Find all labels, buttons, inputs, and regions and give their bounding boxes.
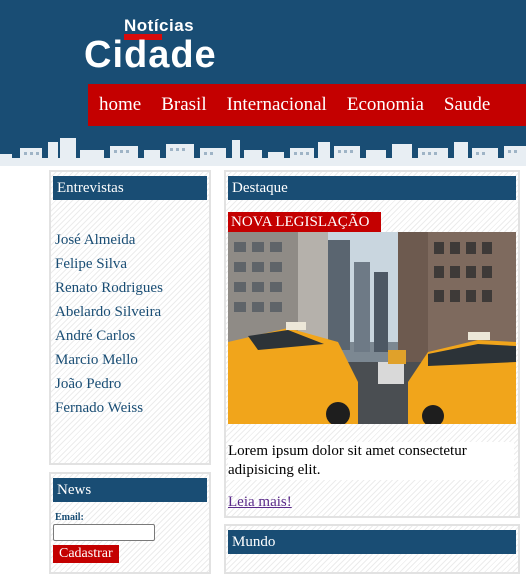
interview-item[interactable]: João Pedro	[55, 372, 209, 396]
interviews-box: Entrevistas José Almeida Felipe Silva Re…	[49, 170, 211, 465]
read-more-link[interactable]: Leia mais!	[228, 494, 292, 511]
newsletter-heading: News	[53, 478, 207, 502]
left-sidebar: Entrevistas José Almeida Felipe Silva Re…	[49, 170, 211, 574]
nav-item-home[interactable]: home	[88, 94, 151, 116]
email-field[interactable]	[53, 524, 155, 541]
interview-item[interactable]: Felipe Silva	[55, 252, 209, 276]
world-heading: Mundo	[228, 530, 516, 554]
interview-item[interactable]: André Carlos	[55, 324, 209, 348]
interview-item[interactable]: José Almeida	[55, 228, 209, 252]
nav-item-saude[interactable]: Saude	[434, 94, 500, 116]
nav-item-internacional[interactable]: Internacional	[217, 94, 337, 116]
email-label: Email:	[55, 512, 84, 523]
nav-item-economia[interactable]: Economia	[337, 94, 434, 116]
main-content: Destaque NOVA LEGISLAÇÃO Lorem ipsum dol…	[224, 170, 520, 574]
interview-item[interactable]: Marcio Mello	[55, 348, 209, 372]
city-taxis-photo[interactable]	[228, 232, 516, 424]
interviews-heading: Entrevistas	[53, 176, 207, 200]
skyline-illustration	[0, 138, 526, 166]
site-header: Notícias Cidade home Brasil Internaciona…	[0, 0, 526, 166]
highlight-badge: NOVA LEGISLAÇÃO	[228, 212, 382, 232]
newsletter-box: News Email: Cadastrar	[49, 472, 211, 574]
subscribe-button[interactable]: Cadastrar	[53, 545, 119, 563]
interviews-list: José Almeida Felipe Silva Renato Rodrigu…	[51, 200, 209, 420]
logo-title[interactable]: Cidade	[84, 34, 217, 77]
interview-item[interactable]: Renato Rodrigues	[55, 276, 209, 300]
logo-subtitle: Notícias	[124, 16, 195, 35]
nav-item-brasil[interactable]: Brasil	[151, 94, 216, 116]
world-box: Mundo	[224, 524, 520, 574]
interview-item[interactable]: Fernado Weiss	[55, 396, 209, 420]
highlight-box: Destaque NOVA LEGISLAÇÃO Lorem ipsum dol…	[224, 170, 520, 518]
highlight-heading: Destaque	[228, 176, 516, 200]
highlight-text: Lorem ipsum dolor sit amet consectetur a…	[228, 442, 514, 480]
main-nav: home Brasil Internacional Economia Saude	[88, 84, 526, 126]
interview-item[interactable]: Abelardo Silveira	[55, 300, 209, 324]
